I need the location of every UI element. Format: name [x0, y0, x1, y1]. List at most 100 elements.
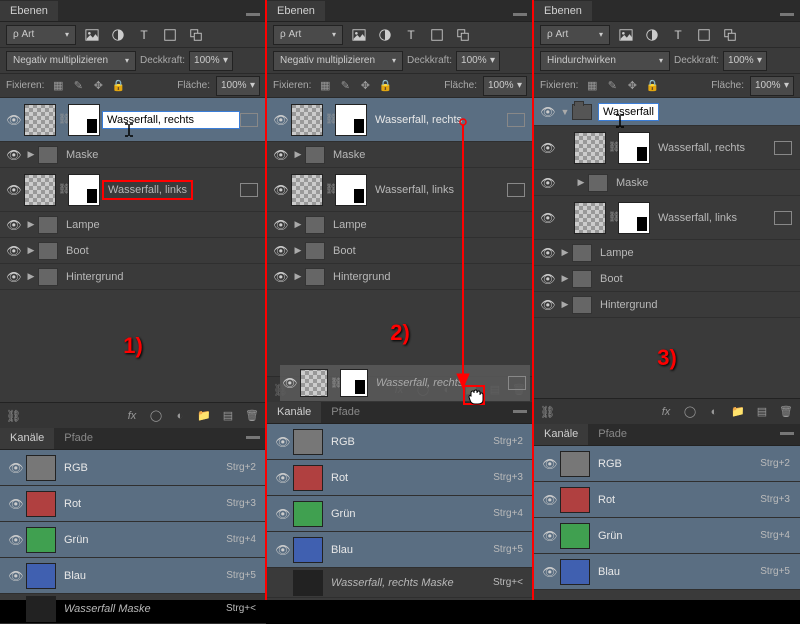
layer-boot[interactable]: 👁 ▶ Boot	[0, 238, 266, 264]
layer-wasserfall-links[interactable]: 👁 ⛓ Wasserfall, links	[0, 168, 266, 212]
tab-paths[interactable]: Pfade	[321, 402, 370, 423]
filter-type-select[interactable]: ρ Art▾	[6, 25, 76, 45]
visibility-icon[interactable]: 👁	[4, 183, 24, 197]
channel-wasserfall-maske[interactable]: Wasserfall MaskeStrg+<	[0, 594, 266, 624]
layer-name[interactable]: Wasserfall, links	[369, 184, 507, 196]
layer-wasserfall-links[interactable]: 👁 ⛓ Wasserfall, links	[267, 168, 533, 212]
dock-icon[interactable]	[507, 113, 525, 127]
channel-blau[interactable]: 👁BlauStrg+5	[0, 558, 266, 594]
filter-shape-icon[interactable]	[694, 25, 714, 45]
layer-boot[interactable]: 👁 ▶ Boot	[267, 238, 533, 264]
trash-icon[interactable]: 🗑	[244, 408, 260, 424]
channel-rgb[interactable]: 👁RGBStrg+2	[267, 424, 533, 460]
lock-paint-icon[interactable]: ✎	[337, 78, 353, 94]
mask-thumb[interactable]	[618, 132, 650, 164]
expand-icon[interactable]: ▶	[291, 149, 305, 160]
visibility-icon[interactable]: 👁	[538, 176, 558, 190]
tab-channels[interactable]: Kanäle	[267, 402, 321, 423]
lock-pos-icon[interactable]: ✥	[357, 78, 373, 94]
panel-menu-icon[interactable]	[246, 13, 260, 16]
lock-all-icon[interactable]: 🔒	[110, 78, 126, 94]
layer-boot[interactable]: 👁 ▶ Boot	[534, 266, 800, 292]
layer-thumb[interactable]	[291, 104, 323, 136]
visibility-icon[interactable]: 👁	[4, 113, 24, 127]
layer-name[interactable]: Maske	[610, 177, 796, 189]
filter-adjust-icon[interactable]	[108, 25, 128, 45]
new-layer-icon[interactable]: ▤	[220, 408, 236, 424]
dock-icon[interactable]	[774, 211, 792, 225]
layer-hintergrund[interactable]: 👁 ▶ Hintergrund	[267, 264, 533, 290]
visibility-icon[interactable]: 👁	[6, 461, 26, 475]
channel-rgb[interactable]: 👁RGBStrg+2	[0, 450, 266, 486]
dock-icon[interactable]	[240, 113, 258, 127]
layer-wasserfall-links[interactable]: 👁 ⛓ Wasserfall, links	[534, 196, 800, 240]
expand-icon[interactable]: ▶	[558, 247, 572, 258]
dock-icon[interactable]	[774, 141, 792, 155]
visibility-icon[interactable]: 👁	[273, 471, 293, 485]
visibility-icon[interactable]: 👁	[540, 565, 560, 579]
filter-image-icon[interactable]	[349, 25, 369, 45]
layer-maske[interactable]: 👁 ▶ Maske	[0, 142, 266, 168]
visibility-icon[interactable]: 👁	[538, 298, 558, 312]
visibility-icon[interactable]: 👁	[4, 218, 24, 232]
filter-shape-icon[interactable]	[427, 25, 447, 45]
lock-paint-icon[interactable]: ✎	[70, 78, 86, 94]
lock-trans-icon[interactable]: ▦	[584, 78, 600, 94]
panel-menu-icon[interactable]	[246, 436, 260, 439]
filter-type-select[interactable]: ρ Art▾	[540, 25, 610, 45]
fx-icon[interactable]: fx	[658, 404, 674, 420]
filter-type-select[interactable]: ρ Art▾	[273, 25, 343, 45]
lock-trans-icon[interactable]: ▦	[317, 78, 333, 94]
tab-channels[interactable]: Kanäle	[534, 424, 588, 445]
blend-mode-select[interactable]: Negativ multiplizieren▾	[273, 51, 403, 71]
layer-name[interactable]: Lampe	[60, 219, 262, 231]
visibility-icon[interactable]: 👁	[273, 543, 293, 557]
channel-gruen[interactable]: 👁GrünStrg+4	[267, 496, 533, 532]
filter-adjust-icon[interactable]	[375, 25, 395, 45]
tab-paths[interactable]: Pfade	[54, 428, 103, 449]
dock-icon[interactable]	[240, 183, 258, 197]
panel-menu-icon[interactable]	[780, 13, 794, 16]
layer-group-wasserfall[interactable]: 👁 ▼ Wasserfall	[534, 98, 800, 126]
visibility-icon[interactable]: 👁	[540, 493, 560, 507]
layer-hintergrund[interactable]: 👁 ▶ Hintergrund	[534, 292, 800, 318]
visibility-icon[interactable]: 👁	[271, 113, 291, 127]
channel-gruen[interactable]: 👁GrünStrg+4	[0, 522, 266, 558]
new-group-icon[interactable]: 📁	[196, 408, 212, 424]
mask-thumb[interactable]	[68, 174, 100, 206]
expand-icon[interactable]: ▼	[558, 107, 572, 117]
layer-thumb[interactable]	[24, 104, 56, 136]
layer-thumb[interactable]	[574, 132, 606, 164]
channel-rot[interactable]: 👁RotStrg+3	[534, 482, 800, 518]
expand-icon[interactable]: ▶	[291, 271, 305, 282]
visibility-icon[interactable]: 👁	[6, 497, 26, 511]
adjust-icon[interactable]: ◐	[706, 404, 722, 420]
visibility-icon[interactable]: 👁	[538, 211, 558, 225]
layer-name[interactable]: Wasserfall, links	[652, 212, 774, 224]
channel-blau[interactable]: 👁BlauStrg+5	[534, 554, 800, 590]
expand-icon[interactable]: ▶	[558, 299, 572, 310]
visibility-icon[interactable]: 👁	[4, 244, 24, 258]
blend-mode-select[interactable]: Hindurchwirken▾	[540, 51, 670, 71]
layer-lampe[interactable]: 👁 ▶ Lampe	[534, 240, 800, 266]
visibility-icon[interactable]: 👁	[540, 457, 560, 471]
layer-name[interactable]: Maske	[327, 149, 529, 161]
visibility-icon[interactable]: 👁	[273, 435, 293, 449]
visibility-icon[interactable]: 👁	[538, 272, 558, 286]
expand-icon[interactable]: ▶	[574, 177, 588, 188]
layer-name[interactable]: Boot	[60, 245, 262, 257]
lock-all-icon[interactable]: 🔒	[644, 78, 660, 94]
link-layers-icon[interactable]: ⛓	[6, 409, 21, 423]
tab-layers[interactable]: Ebenen	[0, 1, 58, 21]
lock-trans-icon[interactable]: ▦	[50, 78, 66, 94]
layer-thumb[interactable]	[24, 174, 56, 206]
opacity-value[interactable]: 100%▾	[456, 51, 500, 71]
blend-mode-select[interactable]: Negativ multiplizieren▾	[6, 51, 136, 71]
layer-name[interactable]: Wasserfall, links	[102, 180, 193, 200]
tab-paths[interactable]: Pfade	[588, 424, 637, 445]
layer-name[interactable]: Wasserfall, rechts	[369, 114, 507, 126]
filter-adjust-icon[interactable]	[642, 25, 662, 45]
layer-name[interactable]: Hintergrund	[594, 299, 796, 311]
filter-text-icon[interactable]: T	[401, 25, 421, 45]
panel-menu-icon[interactable]	[513, 13, 527, 16]
